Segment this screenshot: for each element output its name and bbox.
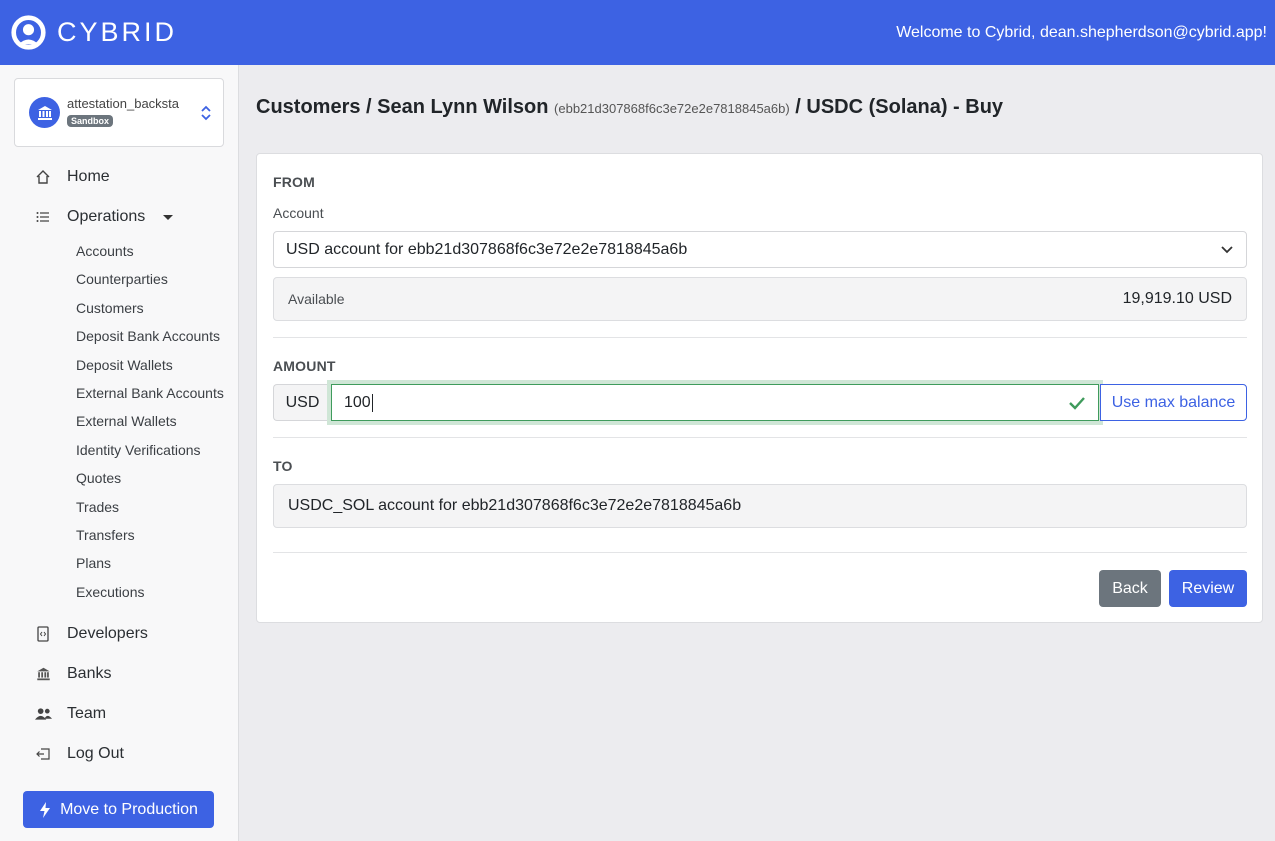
nav-home[interactable]: Home <box>34 165 110 189</box>
move-to-production-button[interactable]: Move to Production <box>23 791 214 828</box>
nav-developers[interactable]: Developers <box>34 622 148 646</box>
org-name: attestation_backstage <box>67 96 179 111</box>
sidebar-item-trades[interactable]: Trades <box>76 499 119 515</box>
chevron-down-icon <box>1221 245 1233 253</box>
nav-banks-label: Banks <box>67 665 112 682</box>
list-icon <box>34 208 52 226</box>
sidebar-item-counterparties[interactable]: Counterparties <box>76 271 168 287</box>
back-button[interactable]: Back <box>1099 570 1161 607</box>
bank-icon <box>29 97 60 128</box>
amount-section-label: AMOUNT <box>273 358 336 374</box>
available-value: 19,919.10 USD <box>1122 290 1232 307</box>
sidebar-item-executions[interactable]: Executions <box>76 584 144 600</box>
nav-developers-label: Developers <box>67 625 148 642</box>
sidebar-item-plans[interactable]: Plans <box>76 555 111 571</box>
amount-input[interactable]: 100 <box>327 380 1103 425</box>
breadcrumb-customer-id: (ebb21d307868f6c3e72e2e7818845a6b) <box>554 101 790 116</box>
sidebar-item-deposit-bank-accounts[interactable]: Deposit Bank Accounts <box>76 328 220 344</box>
divider <box>273 337 1247 338</box>
top-bar: CYBRID Welcome to Cybrid, dean.shepherds… <box>0 0 1275 65</box>
sidebar-item-deposit-wallets[interactable]: Deposit Wallets <box>76 357 173 373</box>
nav-team[interactable]: Team <box>34 702 106 726</box>
sidebar-item-identity-verifications[interactable]: Identity Verifications <box>76 442 201 458</box>
nav-banks[interactable]: Banks <box>34 662 111 686</box>
code-file-icon <box>34 625 52 643</box>
sidebar-item-quotes[interactable]: Quotes <box>76 470 121 486</box>
chevron-up-down-icon <box>201 105 211 120</box>
nav-logout[interactable]: Log Out <box>34 742 124 766</box>
amount-value: 100 <box>344 393 371 411</box>
sidebar-item-customers[interactable]: Customers <box>76 300 144 316</box>
currency-prefix: USD <box>273 384 331 421</box>
divider <box>273 437 1247 438</box>
review-button[interactable]: Review <box>1169 570 1247 607</box>
users-icon <box>34 705 52 723</box>
caret-down-icon <box>163 214 174 220</box>
trade-form-card: FROM Account USD account for ebb21d30786… <box>256 153 1263 623</box>
nav-home-label: Home <box>67 168 110 185</box>
account-label: Account <box>273 205 324 221</box>
bank-icon <box>34 665 52 683</box>
nav-logout-label: Log Out <box>67 745 124 762</box>
from-section-label: FROM <box>273 174 316 190</box>
sidebar-item-external-wallets[interactable]: External Wallets <box>76 413 177 429</box>
breadcrumb-page: / USDC (Solana) - Buy <box>795 96 1004 118</box>
sidebar-item-accounts[interactable]: Accounts <box>76 243 134 259</box>
breadcrumb-customer[interactable]: Customers / Sean Lynn Wilson <box>256 96 548 118</box>
use-max-balance-button[interactable]: Use max balance <box>1100 384 1247 421</box>
breadcrumb: Customers / Sean Lynn Wilson (ebb21d3078… <box>256 96 1003 119</box>
text-cursor <box>371 393 373 412</box>
welcome-message: Welcome to Cybrid, dean.shepherdson@cybr… <box>896 23 1267 41</box>
lightning-icon <box>40 801 51 818</box>
from-account-select[interactable]: USD account for ebb21d307868f6c3e72e2e78… <box>273 231 1247 268</box>
sidebar-item-external-bank-accounts[interactable]: External Bank Accounts <box>76 385 224 401</box>
checkmark-icon <box>1069 396 1085 410</box>
to-section-label: TO <box>273 458 293 474</box>
available-label: Available <box>288 291 345 307</box>
available-balance: Available 19,919.10 USD <box>273 277 1247 321</box>
sidebar: attestation_backstage Sandbox Home Opera… <box>0 65 239 841</box>
divider <box>273 552 1247 553</box>
from-account-value: USD account for ebb21d307868f6c3e72e2e78… <box>286 240 688 258</box>
environment-badge: Sandbox <box>67 115 114 127</box>
to-account: USDC_SOL account for ebb21d307868f6c3e72… <box>273 484 1247 528</box>
logout-icon <box>34 745 52 763</box>
brand-name: CYBRID <box>57 17 178 47</box>
org-switcher[interactable]: attestation_backstage Sandbox <box>14 78 224 147</box>
cybrid-logo-icon <box>11 15 46 50</box>
nav-operations-label: Operations <box>67 208 146 225</box>
nav-operations[interactable]: Operations <box>34 205 174 229</box>
cybrid-logo[interactable]: CYBRID <box>10 14 177 51</box>
move-to-production-label: Move to Production <box>60 800 198 818</box>
sidebar-item-transfers[interactable]: Transfers <box>76 527 135 543</box>
nav-team-label: Team <box>67 705 107 722</box>
home-icon <box>34 168 52 186</box>
